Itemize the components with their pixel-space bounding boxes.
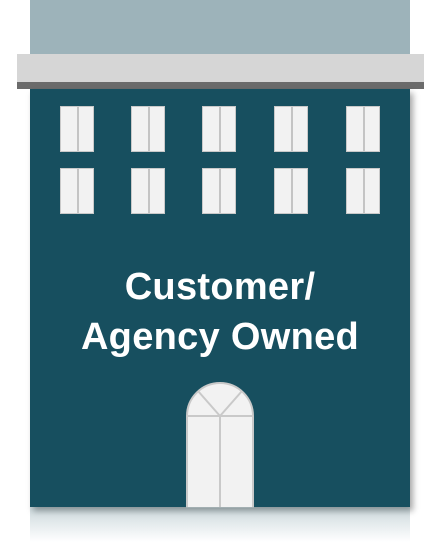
window-icon: [60, 168, 94, 214]
label-line-1: Customer/: [124, 266, 316, 308]
window-icon: [274, 106, 308, 152]
building-reflection: [30, 507, 410, 542]
window-icon: [60, 106, 94, 152]
roof: [30, 0, 410, 54]
door-icon: [186, 382, 254, 508]
building-label: Customer/ Agency Owned: [30, 262, 410, 362]
window-icon: [274, 168, 308, 214]
window-icon: [202, 168, 236, 214]
roof-trim: [17, 82, 424, 89]
window-icon: [131, 168, 165, 214]
label-line-2: Agency Owned: [80, 316, 360, 358]
window-icon: [131, 106, 165, 152]
roof-ledge: [17, 54, 424, 82]
window-icon: [202, 106, 236, 152]
window-icon: [346, 168, 380, 214]
window-icon: [346, 106, 380, 152]
